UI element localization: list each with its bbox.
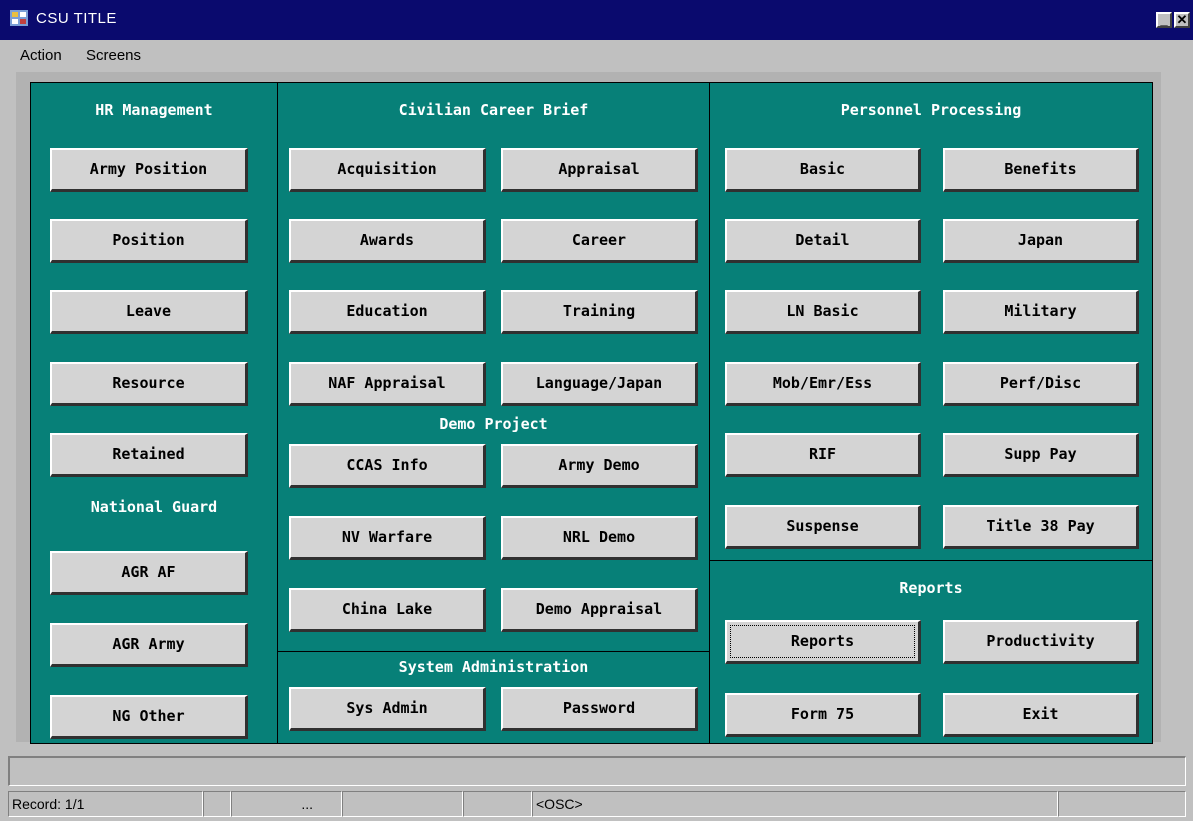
- detail-button[interactable]: Detail: [725, 219, 921, 263]
- naf-appraisal-button[interactable]: NAF Appraisal: [289, 362, 486, 406]
- nv-warfare-button[interactable]: NV Warfare: [289, 516, 486, 560]
- language-japan-button[interactable]: Language/Japan: [501, 362, 698, 406]
- army-position-button[interactable]: Army Position: [50, 148, 248, 192]
- productivity-button[interactable]: Productivity: [943, 620, 1139, 664]
- ln-basic-button[interactable]: LN Basic: [725, 290, 921, 334]
- status-bar: Record: 1/1 ... <OSC>: [0, 789, 1193, 821]
- position-button[interactable]: Position: [50, 219, 248, 263]
- agr-army-button[interactable]: AGR Army: [50, 623, 248, 667]
- ccas-info-button[interactable]: CCAS Info: [289, 444, 486, 488]
- army-demo-button[interactable]: Army Demo: [501, 444, 698, 488]
- menu-screens[interactable]: Screens: [86, 47, 141, 64]
- list-indicator: ...: [231, 791, 342, 817]
- system-administration-heading: System Administration: [398, 658, 589, 676]
- osc-indicator: <OSC>: [532, 791, 1058, 817]
- national-guard-heading: National Guard: [90, 498, 218, 516]
- menu-bar: Action Screens: [0, 40, 1193, 70]
- form-canvas: HR Management Army Position Position Lea…: [16, 72, 1161, 744]
- perf-disc-button[interactable]: Perf/Disc: [943, 362, 1139, 406]
- appraisal-button[interactable]: Appraisal: [501, 148, 698, 192]
- status-cell: [203, 791, 231, 817]
- minimize-button[interactable]: _: [1156, 12, 1172, 28]
- title-38-pay-button[interactable]: Title 38 Pay: [943, 505, 1139, 549]
- hr-management-heading: HR Management: [95, 101, 213, 119]
- awards-button[interactable]: Awards: [289, 219, 486, 263]
- form-75-button[interactable]: Form 75: [725, 693, 921, 737]
- menu-action[interactable]: Action: [20, 47, 62, 64]
- demo-appraisal-button[interactable]: Demo Appraisal: [501, 588, 698, 632]
- demo-project-heading: Demo Project: [439, 415, 548, 433]
- china-lake-button[interactable]: China Lake: [289, 588, 486, 632]
- title-bar: CSU TITLE _ ✕: [0, 0, 1193, 40]
- civilian-career-brief-heading: Civilian Career Brief: [398, 101, 589, 119]
- reports-heading: Reports: [899, 579, 963, 597]
- section-divider: [710, 560, 1152, 561]
- supp-pay-button[interactable]: Supp Pay: [943, 433, 1139, 477]
- section-divider: [278, 651, 709, 652]
- hr-panel: HR Management Army Position Position Lea…: [30, 82, 278, 744]
- status-cell: [1058, 791, 1186, 817]
- mob-emr-ess-button[interactable]: Mob/Emr/Ess: [725, 362, 921, 406]
- career-panel: Civilian Career Brief Acquisition Apprai…: [277, 82, 710, 744]
- close-button[interactable]: ✕: [1174, 12, 1190, 28]
- benefits-button[interactable]: Benefits: [943, 148, 1139, 192]
- education-button[interactable]: Education: [289, 290, 486, 334]
- personnel-panel: Personnel Processing Basic Benefits Deta…: [709, 82, 1153, 744]
- agr-af-button[interactable]: AGR AF: [50, 551, 248, 595]
- app-icon: [10, 10, 28, 26]
- nrl-demo-button[interactable]: NRL Demo: [501, 516, 698, 560]
- personnel-processing-heading: Personnel Processing: [840, 101, 1022, 119]
- exit-button[interactable]: Exit: [943, 693, 1139, 737]
- ng-other-button[interactable]: NG Other: [50, 695, 248, 739]
- basic-button[interactable]: Basic: [725, 148, 921, 192]
- message-bar: [8, 756, 1186, 786]
- window-title: CSU TITLE: [36, 10, 117, 27]
- suspense-button[interactable]: Suspense: [725, 505, 921, 549]
- record-indicator: Record: 1/1: [8, 791, 203, 817]
- military-button[interactable]: Military: [943, 290, 1139, 334]
- japan-button[interactable]: Japan: [943, 219, 1139, 263]
- career-button[interactable]: Career: [501, 219, 698, 263]
- sys-admin-button[interactable]: Sys Admin: [289, 687, 486, 731]
- status-cell: [342, 791, 463, 817]
- password-button[interactable]: Password: [501, 687, 698, 731]
- acquisition-button[interactable]: Acquisition: [289, 148, 486, 192]
- retained-button[interactable]: Retained: [50, 433, 248, 477]
- reports-button[interactable]: Reports: [725, 620, 921, 664]
- rif-button[interactable]: RIF: [725, 433, 921, 477]
- leave-button[interactable]: Leave: [50, 290, 248, 334]
- training-button[interactable]: Training: [501, 290, 698, 334]
- resource-button[interactable]: Resource: [50, 362, 248, 406]
- vertical-scrollbar[interactable]: [1161, 72, 1193, 742]
- status-cell: [463, 791, 532, 817]
